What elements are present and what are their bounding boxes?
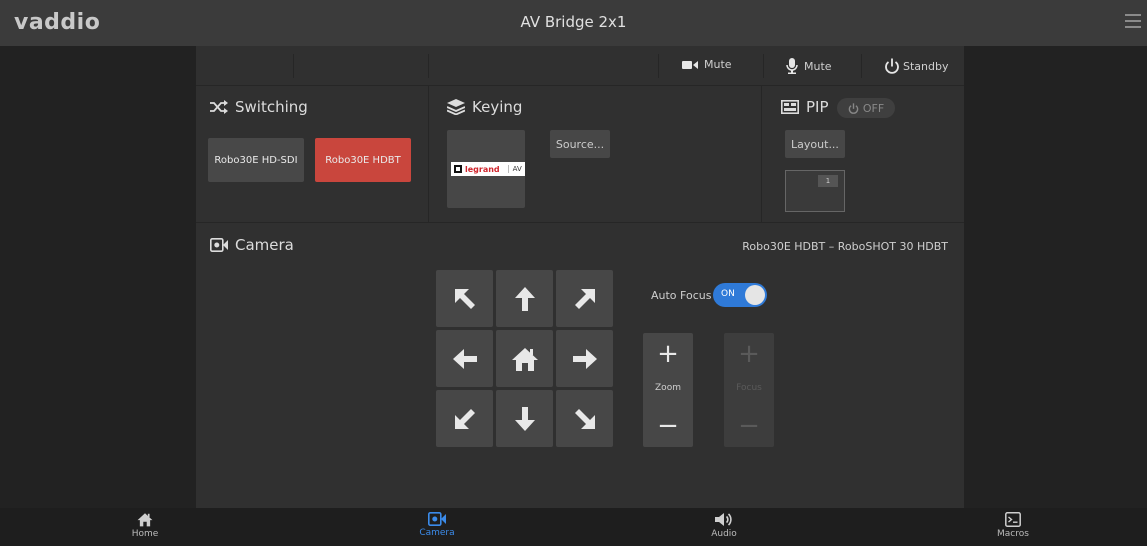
main-panel: Mute Mute Standby Switching Robo30E HD-S… [196,46,964,508]
arrow-left-icon [452,348,477,369]
home-icon [511,347,538,371]
legrand-logo: legrand AV [451,162,525,176]
arrow-down-left-icon [454,408,475,429]
keying-source-button[interactable]: Source... [550,130,610,158]
focus-label: Focus [736,383,762,393]
arrow-right-icon [572,348,597,369]
camera-mute-label: Mute [704,58,732,71]
home-position-button[interactable] [496,330,553,387]
power-icon [885,58,899,74]
zoom-control: + Zoom − [643,333,693,447]
focus-near-button[interactable]: + [724,339,774,369]
zoom-in-button[interactable]: + [643,339,693,369]
pan-down-left-button[interactable] [436,390,493,447]
focus-far-button[interactable]: − [724,411,774,441]
nav-audio[interactable]: Audio [684,512,764,539]
arrow-up-left-icon [454,288,475,309]
keying-logo-tile[interactable]: legrand AV [447,130,525,208]
camera-mute-button[interactable]: Mute [682,58,732,71]
pan-right-button[interactable] [556,330,613,387]
camera-device-name: Robo30E HDBT – RoboSHOT 30 HDBT [742,240,948,253]
pip-header: PIP [781,98,829,116]
toggle-knob [745,285,765,305]
page-title: AV Bridge 2x1 [520,13,627,31]
zoom-out-button[interactable]: − [643,411,693,441]
pip-layout-button[interactable]: Layout... [785,130,845,158]
keying-header: Keying [447,98,522,116]
arrow-up-icon [514,286,535,311]
power-icon [848,102,859,114]
pan-up-left-button[interactable] [436,270,493,327]
pan-down-right-button[interactable] [556,390,613,447]
arrow-up-right-icon [574,288,595,309]
nav-camera[interactable]: Camera [397,512,477,538]
standby-label: Standby [903,59,949,73]
tilt-up-button[interactable] [496,270,553,327]
auto-focus-toggle[interactable]: ON [713,283,767,307]
standby-button[interactable]: Standby [884,58,948,74]
camera-settings-icon [210,238,228,252]
pan-up-right-button[interactable] [556,270,613,327]
arrow-down-right-icon [574,408,595,429]
tilt-down-button[interactable] [496,390,553,447]
video-camera-icon [682,60,698,69]
source-button-hdbt[interactable]: Robo30E HDBT [315,138,411,182]
pip-window-number: 1 [818,175,838,187]
auto-focus-label: Auto Focus [651,289,712,302]
terminal-icon [1005,512,1021,527]
zoom-label: Zoom [655,383,681,393]
layers-icon [447,99,465,115]
camera-icon [428,512,446,526]
control-bar: Mute Mute Standby [196,46,964,86]
camera-header: Camera [210,236,294,254]
hamburger-menu-icon[interactable] [1125,14,1141,28]
left-gutter [0,46,196,508]
focus-control: + Focus − [724,333,774,447]
right-gutter [964,46,1147,508]
arrow-down-icon [514,406,535,431]
pip-layout-preview[interactable]: 1 [785,170,845,212]
mic-mute-label: Mute [804,59,832,73]
app-header: vaddio AV Bridge 2x1 [0,0,1147,46]
switching-header: Switching [210,98,308,116]
source-button-hd-sdi[interactable]: Robo30E HD-SDI [208,138,304,182]
nav-home[interactable]: Home [105,512,185,539]
pip-icon [781,100,799,114]
microphone-icon [786,58,798,74]
pip-toggle[interactable]: OFF [837,98,895,118]
bottom-nav: Home Camera Audio Macros [0,508,1147,546]
pan-left-button[interactable] [436,330,493,387]
shuffle-icon [210,100,228,114]
home-icon [137,513,153,527]
mic-mute-button[interactable]: Mute [786,58,832,74]
nav-macros[interactable]: Macros [973,512,1053,539]
speaker-icon [715,513,732,526]
